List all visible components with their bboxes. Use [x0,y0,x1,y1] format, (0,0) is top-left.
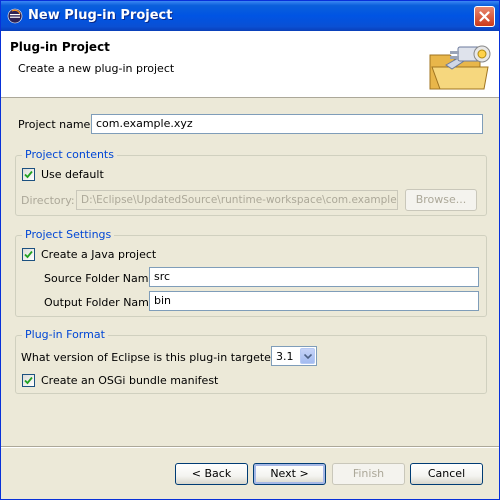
use-default-label[interactable]: Use default [41,168,104,181]
page-description: Create a new plug-in project [18,62,175,75]
osgi-manifest-label[interactable]: Create an OSGi bundle manifest [41,374,218,387]
eclipse-version-select[interactable]: 3.1 [271,346,317,366]
eclipse-version-question: What version of Eclipse is this plug-in … [21,351,303,364]
eclipse-version-value: 3.1 [276,350,294,363]
close-icon [479,11,490,22]
browse-button[interactable]: Browse... [405,189,477,211]
finish-button[interactable]: Finish [332,463,405,485]
eclipse-icon [7,8,23,24]
checkmark-icon [24,376,33,385]
plugin-format-title: Plug-in Format [22,328,108,341]
output-folder-label: Output Folder Name: [44,296,160,309]
project-contents-title: Project contents [22,148,117,161]
button-bar-separator [1,446,499,448]
source-folder-input[interactable]: src [149,267,479,287]
cancel-button[interactable]: Cancel [410,463,483,485]
wizard-body: Project name: com.example.xyz Project co… [1,98,499,499]
window-title: New Plug-in Project [28,8,173,23]
create-java-project-label[interactable]: Create a Java project [41,248,156,261]
osgi-manifest-checkbox[interactable] [22,374,35,387]
back-button[interactable]: < Back [175,463,248,485]
source-folder-label: Source Folder Name: [44,272,159,285]
page-title: Plug-in Project [10,40,110,54]
new-project-wizard-icon [426,37,494,93]
chevron-down-icon[interactable] [300,348,315,364]
project-name-label: Project name: [18,118,95,131]
wizard-header: Plug-in Project Create a new plug-in pro… [1,31,499,98]
close-button[interactable] [474,6,495,27]
output-folder-input[interactable]: bin [149,291,479,311]
project-settings-title: Project Settings [22,228,115,241]
title-bar[interactable]: New Plug-in Project [1,1,499,31]
next-button[interactable]: Next > [253,463,326,485]
new-plugin-project-dialog: New Plug-in Project Plug-in Project Crea… [0,0,500,500]
use-default-checkbox[interactable] [22,168,35,181]
directory-label: Directory: [21,194,75,207]
project-name-input[interactable]: com.example.xyz [91,114,483,134]
checkmark-icon [24,170,33,179]
directory-input[interactable]: D:\Eclipse\UpdatedSource\runtime-workspa… [76,190,398,210]
checkmark-icon [24,250,33,259]
create-java-project-checkbox[interactable] [22,248,35,261]
